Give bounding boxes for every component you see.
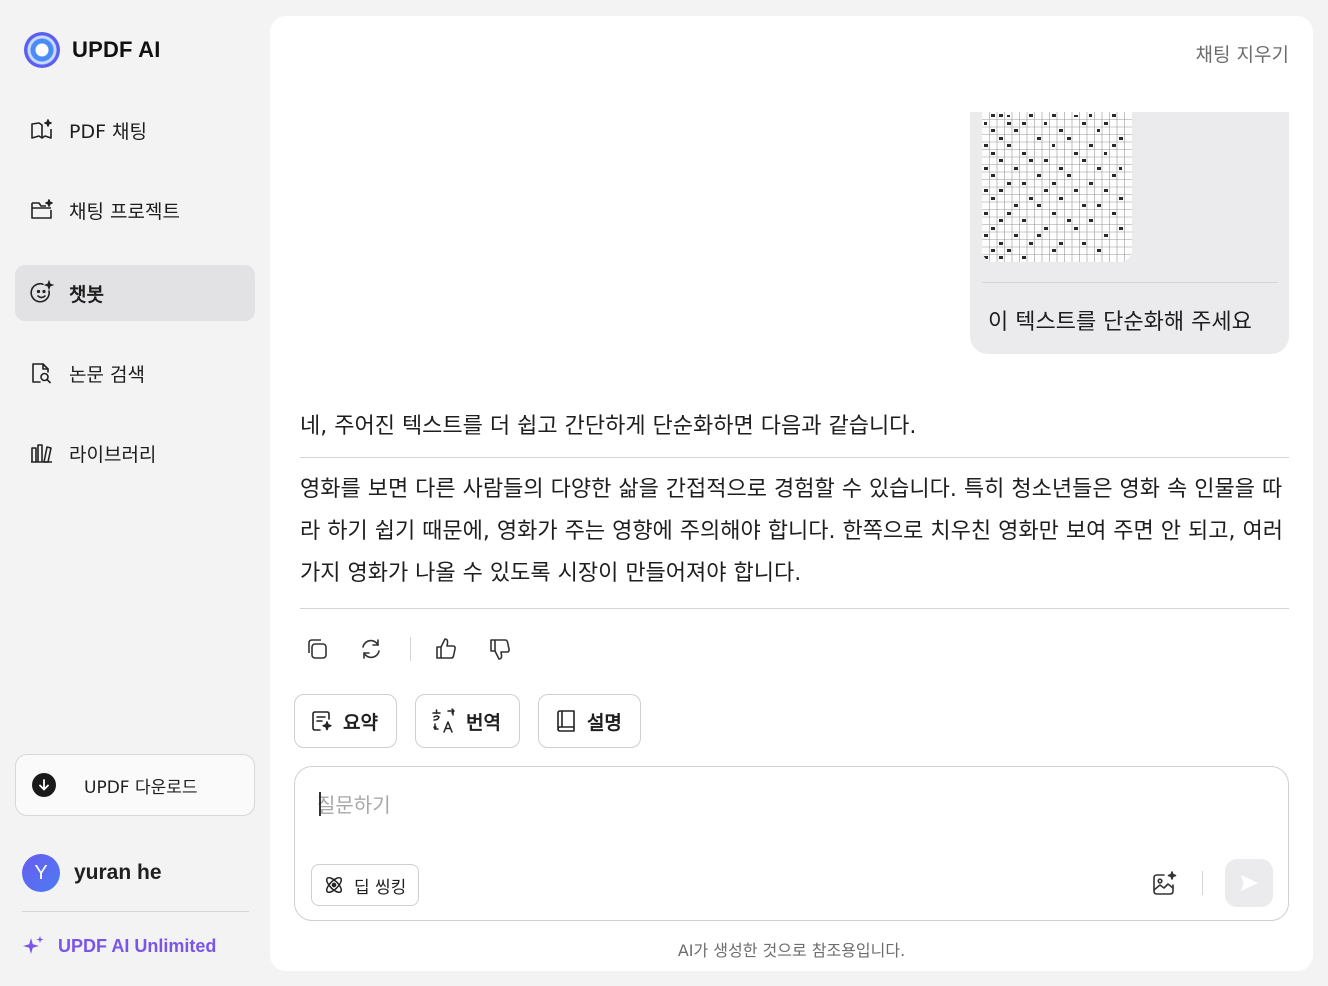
sidebar: UPDF AI PDF 채팅 채팅 프로젝트 챗봇 논문 검색 라이브러리 UP… [0,0,270,986]
disclaimer: AI가 생성한 것으로 참조용입니다. [677,941,906,960]
ai-response-divider [300,608,1289,609]
deep-think-toggle[interactable]: 딥 씽킹 [311,864,420,906]
plan-link[interactable]: UPDF AI Unlimited [22,934,216,958]
text-cursor [319,792,321,816]
bubble-divider [982,282,1278,283]
divider [22,911,249,912]
sidebar-item-paper-search[interactable]: 논문 검색 [15,345,255,401]
sidebar-item-chat-project[interactable]: 채팅 프로젝트 [15,182,255,238]
explain-label: 설명 [586,711,622,734]
translate-label: 번역 [465,711,501,734]
user-message-bubble: 이 텍스트를 단순화해 주세요 [970,112,1289,354]
book-sparkle-icon [29,117,55,143]
chatbot-face-icon [29,280,55,306]
library-icon [29,440,55,466]
avatar: Y [22,854,60,892]
chat-input[interactable] [317,787,1217,823]
attachment-thumbnail[interactable] [982,112,1132,262]
chat-input-box: 딥 씽킹 [294,766,1289,921]
send-icon [1241,875,1258,891]
send-button[interactable] [1225,859,1273,907]
sparkle-icon [23,936,44,954]
handwritten-manuscript-image [982,112,1132,262]
download-updf-button[interactable]: UPDF 다운로드 [15,754,255,816]
atom-icon [325,876,343,894]
plan-label: UPDF AI Unlimited [58,935,217,956]
summary-label: 요약 [343,711,378,734]
user-message-text: 이 텍스트를 단순화해 주세요 [988,310,1252,335]
download-label: UPDF 다운로드 [84,777,198,798]
translate-icon [432,708,455,733]
divider [1202,871,1203,895]
user-profile[interactable]: Y yuran he [22,854,162,892]
sidebar-item-label: 라이브러리 [69,443,157,466]
thumbs-up-icon[interactable] [431,634,461,664]
ai-response-divider [300,457,1289,458]
copy-icon[interactable] [302,634,332,664]
response-actions [302,634,539,664]
divider [410,637,411,661]
book-icon [557,710,575,732]
download-icon [32,773,56,797]
sidebar-item-chatbot[interactable]: 챗봇 [15,265,255,321]
sidebar-item-label: PDF 채팅 [69,120,148,143]
sidebar-item-pdf-chat[interactable]: PDF 채팅 [15,102,255,158]
summary-button[interactable]: 요약 [294,694,397,748]
sidebar-item-label: 챗봇 [69,283,104,306]
summary-icon [312,711,332,731]
brand-name: UPDF AI [72,37,161,62]
user-name: yuran he [74,861,162,884]
folder-sparkle-icon [29,197,55,223]
brand[interactable]: UPDF AI [24,32,161,68]
document-search-icon [29,360,55,386]
thumbs-down-icon[interactable] [485,634,515,664]
ai-response-intro: 네, 주어진 텍스트를 더 쉽고 간단하게 단순화하면 다음과 같습니다. [300,414,917,439]
quick-actions: 요약 번역 설명 [294,694,641,748]
updf-logo-icon [24,32,60,68]
regenerate-icon[interactable] [356,634,386,664]
sidebar-item-label: 채팅 프로젝트 [69,200,180,223]
image-upload-icon[interactable] [1147,867,1181,901]
translate-button[interactable]: 번역 [414,694,520,748]
sidebar-item-label: 논문 검색 [69,363,145,386]
ai-response-body: 영화를 보면 다른 사람들의 다양한 삶을 간접적으로 경험할 수 있습니다. … [300,477,1283,586]
sidebar-item-library[interactable]: 라이브러리 [15,425,255,481]
clear-chat-button[interactable]: 채팅 지우기 [1196,40,1289,67]
chat-panel: 채팅 지우기 이 텍스트를 단순화해 주세요 네, 주어진 텍스트를 더 쉽고 … [270,16,1313,971]
deep-think-label: 딥 씽킹 [354,877,407,898]
explain-button[interactable]: 설명 [537,694,641,748]
